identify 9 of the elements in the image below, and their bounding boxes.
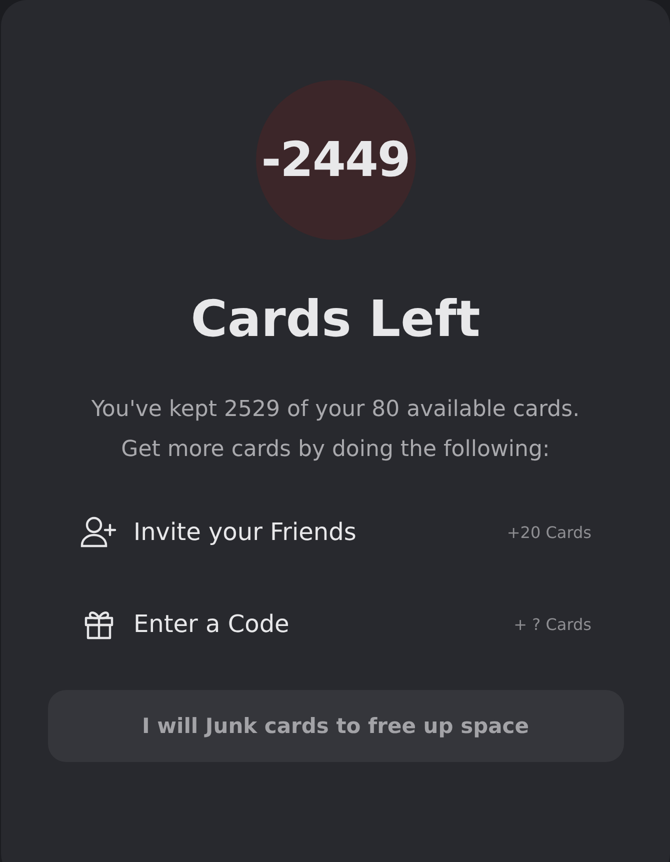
description-text: You've kept 2529 of your 80 available cards. Get more cards by doing the following: [90, 396, 581, 464]
dialog-title: Cards Left [190, 289, 480, 350]
reward-text: +20 Cards [506, 522, 592, 542]
junk-cards-button[interactable]: I will Junk cards to free up space [48, 690, 624, 762]
add-user-icon [80, 516, 118, 548]
reward-text: + ? Cards [514, 614, 592, 634]
option-label[interactable]: Enter a Code [134, 610, 514, 638]
counter-badge: -2449 [256, 80, 416, 240]
option-label[interactable]: Invite your Friends [134, 518, 507, 546]
